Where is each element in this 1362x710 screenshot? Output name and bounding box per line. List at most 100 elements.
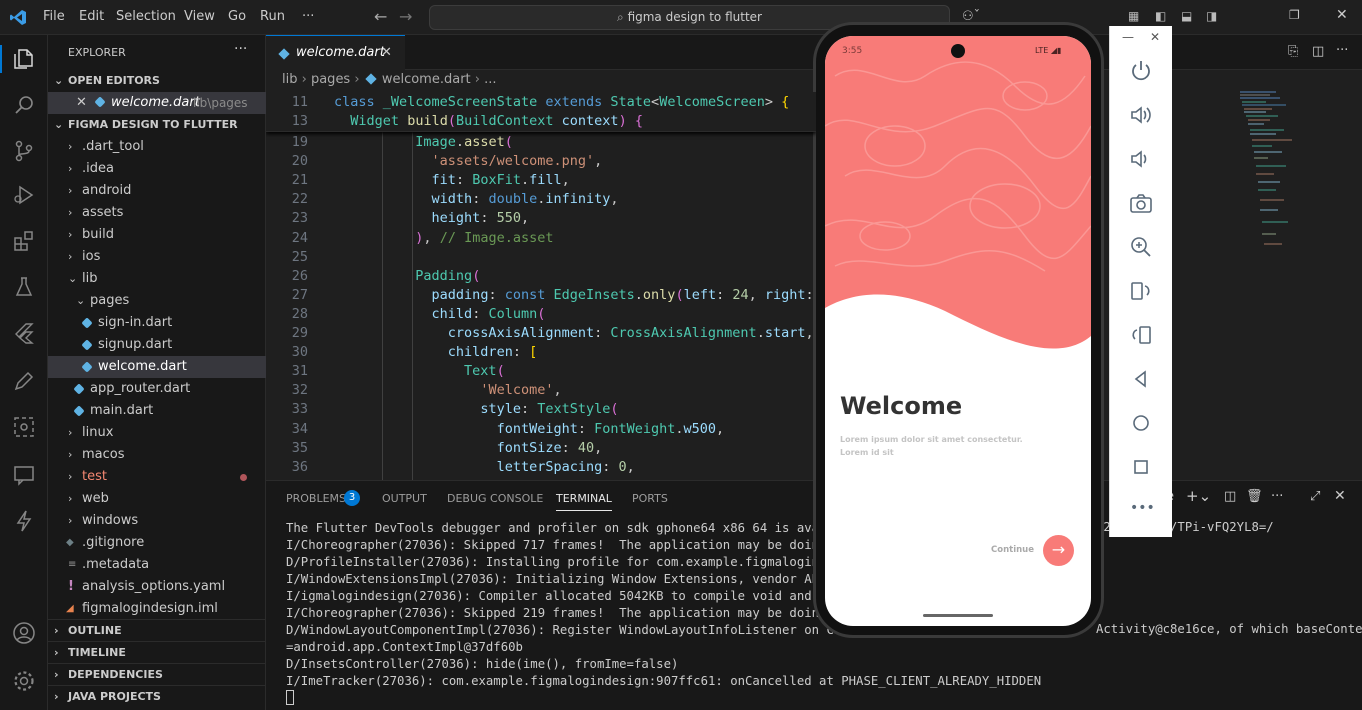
home-nav-icon[interactable] <box>1128 410 1154 436</box>
open-editors-header[interactable]: ⌄ OPEN EDITORS <box>48 70 266 92</box>
project-header[interactable]: ⌄ FIGMA DESIGN TO FLUTTER <box>48 114 266 136</box>
tree-file-analysis-options[interactable]: ! analysis_options.yaml <box>48 576 266 598</box>
tree-file-iml[interactable]: ◢ figmalogindesign.iml <box>48 598 266 620</box>
tree-file-metadata[interactable]: ≡ .metadata <box>48 554 266 576</box>
run-debug-icon[interactable] <box>12 183 36 207</box>
layout-icon[interactable]: ▦ <box>1128 9 1139 23</box>
maximize-panel-icon[interactable]: ⤢ <box>1310 489 1320 504</box>
explorer-icon[interactable] <box>12 47 36 71</box>
tab-debug-console[interactable]: DEBUG CONSOLE <box>447 492 543 505</box>
menu-more[interactable]: ··· <box>302 9 314 24</box>
edit-pen-icon[interactable] <box>12 369 36 393</box>
tab-terminal[interactable]: TERMINAL <box>556 492 612 511</box>
testing-icon[interactable] <box>12 275 36 299</box>
back-arrow-icon[interactable]: ← <box>374 7 387 26</box>
tree-folder-linux[interactable]: › linux <box>48 422 266 444</box>
new-terminal-icon[interactable]: +⌄ <box>1186 487 1211 505</box>
tree-file-welcome[interactable]: welcome.dart <box>48 356 266 378</box>
phone-screen[interactable]: 3:55 LTE ◢▮ Welcome Lorem ipsum dolor si… <box>825 36 1091 626</box>
close-window-icon[interactable]: ✕ <box>1336 7 1348 23</box>
tree-folder-lib[interactable]: ⌄ lib <box>48 268 266 290</box>
code-editor[interactable]: 11 class _WelcomeScreenState extends Sta… <box>266 92 816 480</box>
toggle-panel-icon[interactable]: ⬓ <box>1181 9 1192 23</box>
close-tab-icon[interactable]: ✕ <box>381 36 392 70</box>
tree-file-main[interactable]: main.dart <box>48 400 266 422</box>
tree-file-gitignore[interactable]: ◆ .gitignore <box>48 532 266 554</box>
open-changes-icon[interactable]: ⎘ <box>1288 44 1298 59</box>
tree-folder-pages[interactable]: ⌄ pages <box>48 290 266 312</box>
tab-welcome-dart[interactable]: welcome.dart ✕ <box>266 35 405 70</box>
forward-arrow-icon[interactable]: → <box>399 7 412 26</box>
rotate-left-icon[interactable] <box>1128 278 1154 304</box>
volume-up-icon[interactable] <box>1128 102 1154 128</box>
close-panel-icon[interactable]: ✕ <box>1334 488 1346 504</box>
menu-file[interactable]: File <box>43 9 65 24</box>
tree-folder-web[interactable]: › web <box>48 488 266 510</box>
overview-nav-icon[interactable] <box>1128 454 1154 480</box>
continue-arrow-button[interactable]: → <box>1043 535 1074 566</box>
dependencies-section[interactable]: › DEPENDENCIES <box>48 663 266 685</box>
java-projects-section[interactable]: › JAVA PROJECTS <box>48 685 266 707</box>
tree-folder-windows[interactable]: › windows <box>48 510 266 532</box>
split-terminal-icon[interactable]: ◫ <box>1224 489 1236 504</box>
split-editor-icon[interactable]: ◫ <box>1312 44 1324 59</box>
tree-file-app-router[interactable]: app_router.dart <box>48 378 266 400</box>
tab-problems[interactable]: PROBLEMS <box>286 492 346 505</box>
remote-explorer-icon[interactable] <box>12 415 36 439</box>
panel-more-icon[interactable]: ··· <box>1271 489 1283 504</box>
tree-folder-ios[interactable]: › ios <box>48 246 266 268</box>
tree-folder-assets[interactable]: › assets <box>48 202 266 224</box>
tree-folder-idea[interactable]: › .idea <box>48 158 266 180</box>
source-control-icon[interactable] <box>12 139 36 163</box>
toggle-secondary-sidebar-icon[interactable]: ◨ <box>1206 9 1217 23</box>
breadcrumb-symbol[interactable]: ... <box>484 72 496 87</box>
tree-folder-dart-tool[interactable]: › .dart_tool <box>48 136 266 158</box>
back-nav-icon[interactable] <box>1128 366 1154 392</box>
settings-gear-icon[interactable] <box>12 669 36 693</box>
menu-edit[interactable]: Edit <box>79 9 104 24</box>
editor-more-icon[interactable]: ··· <box>1336 43 1348 58</box>
rotate-right-icon[interactable] <box>1128 322 1154 348</box>
volume-down-icon[interactable] <box>1128 146 1154 172</box>
minimize-emulator-icon[interactable]: — <box>1122 30 1134 44</box>
extensions-icon[interactable] <box>12 229 36 253</box>
emulator-more-icon[interactable]: ••• <box>1130 500 1155 516</box>
breadcrumb-file[interactable]: welcome.dart <box>382 72 471 87</box>
menu-selection[interactable]: Selection <box>116 9 176 24</box>
menu-run[interactable]: Run <box>260 9 285 24</box>
explorer-more-icon[interactable]: ··· <box>234 41 247 57</box>
tree-folder-android[interactable]: › android <box>48 180 266 202</box>
close-emulator-icon[interactable]: ✕ <box>1150 30 1160 44</box>
camera-icon[interactable] <box>1128 190 1154 216</box>
power-icon[interactable] <box>1128 58 1154 84</box>
tree-folder-test[interactable]: › test <box>48 466 266 488</box>
continue-label[interactable]: Continue <box>991 545 1034 555</box>
chat-icon[interactable] <box>12 463 36 487</box>
menu-go[interactable]: Go <box>228 9 246 24</box>
tab-ports[interactable]: PORTS <box>632 492 668 505</box>
breadcrumb-lib[interactable]: lib <box>282 72 297 87</box>
breadcrumb-pages[interactable]: pages <box>311 72 350 87</box>
search-sidebar-icon[interactable] <box>12 93 36 117</box>
kill-terminal-icon[interactable]: 🗑 <box>1246 489 1263 504</box>
outline-section[interactable]: › OUTLINE <box>48 619 266 641</box>
open-editor-item[interactable]: ✕ welcome.dart lib\pages <box>48 92 266 114</box>
tree-file-sign-in[interactable]: sign-in.dart <box>48 312 266 334</box>
restore-window-icon[interactable]: ❐ <box>1289 8 1300 22</box>
flutter-icon[interactable] <box>12 321 36 345</box>
timeline-section[interactable]: › TIMELINE <box>48 641 266 663</box>
tree-folder-macos[interactable]: › macos <box>48 444 266 466</box>
tab-output[interactable]: OUTPUT <box>382 492 427 505</box>
zoom-icon[interactable] <box>1128 234 1154 260</box>
minimap[interactable] <box>1236 90 1306 250</box>
menu-view[interactable]: View <box>184 9 215 24</box>
tree-folder-build[interactable]: › build <box>48 224 266 246</box>
search-icon: ⌕ <box>617 10 628 24</box>
account-icon[interactable] <box>12 621 36 645</box>
gesture-bar[interactable] <box>923 614 993 617</box>
toggle-sidebar-icon[interactable]: ◧ <box>1155 9 1166 23</box>
tree-file-signup[interactable]: signup.dart <box>48 334 266 356</box>
close-editor-icon[interactable]: ✕ <box>76 92 87 114</box>
code-line: 'assets/welcome.png', <box>431 153 603 170</box>
lightning-icon[interactable] <box>12 509 36 533</box>
